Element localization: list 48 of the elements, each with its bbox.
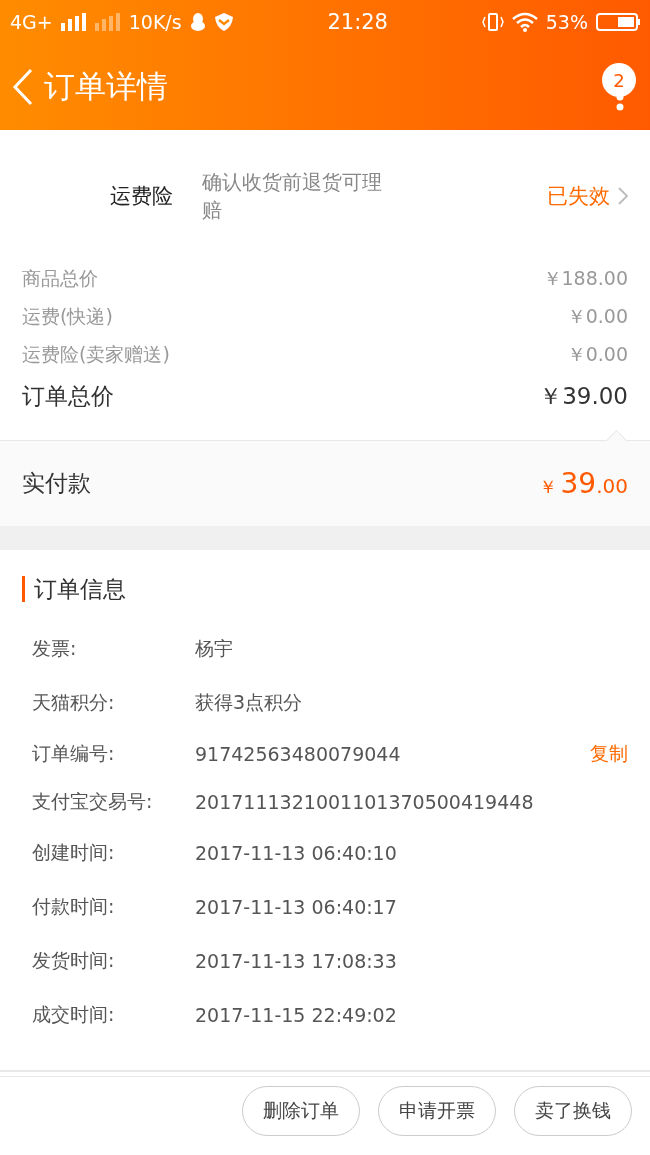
info-label: 成交时间: [32,1002,116,1027]
penguin-icon [189,13,206,31]
chevron-icon [618,187,628,205]
action-button[interactable]: 删除订单 [242,1086,360,1136]
info-value: 91742563480079044 [195,743,402,765]
vibrate-icon [481,12,504,32]
info-label: 发票: [32,636,78,661]
info-label: 支付宝交易号: [32,789,154,814]
back-button[interactable] [12,68,34,106]
notification-badge: 2 [602,63,636,97]
speed-label: 10K/s [128,11,182,33]
battery-percent: 53% [545,11,588,33]
back-icon [12,68,34,106]
price-value: ￥188.00 [542,266,628,291]
info-label: 订单编号: [32,741,116,766]
info-value: 杨宇 [195,636,234,661]
section-title: 订单信息 [22,576,628,602]
info-value: 2017-11-15 22:49:02 [195,1004,398,1026]
info-value: 2017-11-13 06:40:17 [195,896,398,918]
info-value: 获得3点积分 [195,690,304,715]
action-button[interactable]: 申请开票 [378,1086,496,1136]
network-label: 4G+ [10,11,53,33]
signal-icon [94,13,121,31]
signal-icon [60,13,87,31]
info-label: 创建时间: [32,840,116,865]
shield-icon [213,12,234,32]
action-button[interactable]: 卖了换钱 [514,1086,632,1136]
price-value: ￥0.00 [566,304,628,329]
page-title: 订单详情 [44,67,169,106]
price-value: ￥0.00 [566,342,628,367]
info-label: 天猫积分: [32,690,116,715]
clock-time: 21:28 [327,10,388,34]
price-label: 运费(快递) [22,304,113,329]
insurance-label: 运费险 [110,183,174,210]
info-value: 2017-11-13 17:08:33 [195,950,398,972]
wifi-icon [511,12,538,32]
info-value: 2017-11-13 06:40:10 [195,842,398,864]
battery-icon [596,12,640,32]
paid-amount: ￥39.00 [538,467,628,500]
price-label: 商品总价 [22,266,98,291]
info-label: 付款时间: [32,894,116,919]
info-value: 2017111321001101370500419448 [195,791,535,813]
price-label: 运费险(卖家赠送) [22,342,170,367]
price-label: 订单总价 [22,381,114,411]
paid-label: 实付款 [22,469,91,498]
insurance-description: 确认收货前退货可理赔 [202,169,383,224]
info-label: 发货时间: [32,948,116,973]
price-value: ￥39.00 [539,381,628,411]
